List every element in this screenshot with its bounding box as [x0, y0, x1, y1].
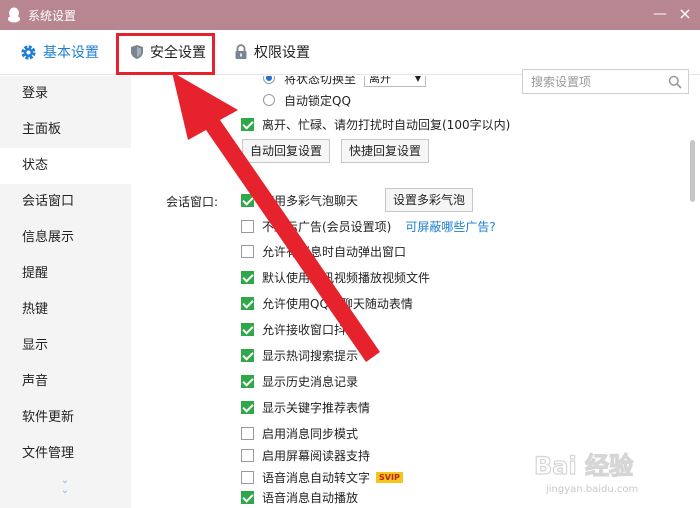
option-checkbox[interactable]	[241, 296, 254, 310]
option-label: 默认使用腾讯视频播放视频文件	[262, 270, 431, 285]
option-row: 默认使用腾讯视频播放视频文件	[241, 268, 430, 286]
option-checkbox[interactable]	[241, 490, 254, 504]
sidebar-item-info-display[interactable]: 信息展示	[0, 220, 131, 256]
option-row: 启用屏幕阅读器支持	[241, 446, 370, 464]
baidu-jingyan-watermark: Bai 经验 jingyan.baidu.com	[532, 446, 666, 498]
title-bar: 系统设置 — ×	[0, 0, 700, 30]
option-checkbox[interactable]	[241, 374, 254, 388]
option-row: 显示热词搜索提示	[241, 346, 358, 364]
chat-window-section-label: 会话窗口:	[166, 195, 219, 209]
option-label: 语音消息自动播放	[262, 490, 359, 505]
option-label: 允许有消息时自动弹出窗口	[262, 244, 407, 259]
highlight-box	[116, 33, 215, 75]
status-switch-row: 将状态切换至 离开 ▼	[263, 76, 427, 87]
option-checkbox[interactable]	[241, 219, 254, 233]
watermark-text: jingyan.baidu.com	[546, 484, 639, 495]
option-row: 语音消息自动播放	[241, 488, 358, 506]
option-label: 显示关键字推荐表情	[262, 400, 371, 415]
option-label: 不显示广告(会员设置项)	[262, 219, 392, 234]
colorful-bubble-settings-button[interactable]: 设置多彩气泡	[385, 188, 474, 212]
option-row: 允许使用QQ秀聊天随动表情	[241, 294, 413, 312]
auto-reply-row: 离开、忙碌、请勿打扰时自动回复(100字以内)	[241, 115, 510, 133]
auto-lock-radio[interactable]	[263, 94, 275, 106]
option-row: 允许接收窗口抖动	[241, 320, 358, 338]
gear-icon	[21, 44, 36, 60]
option-label: 启用消息同步模式	[262, 426, 359, 441]
option-row: 语音消息自动转文字 SVIP	[241, 468, 403, 486]
svip-badge: SVIP	[376, 471, 403, 483]
option-row: 显示关键字推荐表情	[241, 398, 370, 416]
option-checkbox[interactable]	[241, 426, 254, 440]
option-label: 允许接收窗口抖动	[262, 322, 359, 337]
sidebar: 登录 主面板 状态 会话窗口 信息展示 提醒 热键 显示 声音 软件更新 文件管…	[0, 76, 131, 508]
option-checkbox[interactable]	[241, 270, 254, 284]
auto-reply-checkbox[interactable]	[241, 117, 254, 131]
option-label: 语音消息自动转文字	[262, 470, 371, 485]
sidebar-item-sound[interactable]: 声音	[0, 364, 131, 400]
watermark-logo-text: Bai 经验	[534, 452, 633, 480]
option-label: 显示热词搜索提示	[262, 348, 359, 363]
content-scrollbar[interactable]	[690, 140, 695, 202]
sidebar-item-reminder[interactable]: 提醒	[0, 256, 131, 292]
option-checkbox[interactable]	[241, 348, 254, 362]
option-label: 允许使用QQ秀聊天随动表情	[262, 296, 413, 311]
baidu-paw-logo-icon: Bai 经验	[533, 451, 633, 480]
auto-lock-row: 自动锁定QQ	[263, 91, 351, 109]
sidebar-item-hotkeys[interactable]: 热键	[0, 292, 131, 328]
settings-tabs: 基本设置 安全设置 权限设置	[0, 30, 700, 94]
option-row: 显示历史消息记录	[241, 372, 358, 390]
sidebar-item-chat-window[interactable]: 会话窗口	[0, 184, 131, 220]
tab-label: 权限设置	[254, 45, 310, 61]
sidebar-scroll-down-icon[interactable]: ⌄ ⌄	[58, 476, 72, 496]
option-checkbox[interactable]	[241, 244, 254, 258]
sidebar-item-main-panel[interactable]: 主面板	[0, 112, 131, 148]
option-label: 显示历史消息记录	[262, 374, 359, 389]
minimize-button[interactable]: —	[652, 4, 668, 24]
option-row: 允许有消息时自动弹出窗口	[241, 242, 406, 260]
sidebar-item-file-management[interactable]: 文件管理	[0, 436, 131, 472]
sidebar-item-software-update[interactable]: 软件更新	[0, 400, 131, 436]
option-row: 不显示广告(会员设置项) 可屏蔽哪些广告?	[241, 217, 496, 235]
window-title: 系统设置	[28, 9, 77, 23]
option-checkbox[interactable]	[241, 470, 254, 484]
option-checkbox[interactable]	[241, 400, 254, 414]
status-switch-radio[interactable]	[263, 76, 275, 84]
sidebar-item-display[interactable]: 显示	[0, 328, 131, 364]
option-label: 使用多彩气泡聊天	[262, 193, 359, 208]
auto-lock-label: 自动锁定QQ	[284, 93, 351, 108]
lock-icon	[235, 44, 247, 59]
qq-penguin-icon	[8, 7, 20, 23]
tab-label: 基本设置	[43, 45, 99, 61]
tab-permission-settings[interactable]: 权限设置	[234, 41, 310, 63]
auto-reply-label: 离开、忙碌、请勿打扰时自动回复(100字以内)	[262, 117, 511, 132]
close-button[interactable]: ×	[676, 4, 694, 24]
status-switch-label: 将状态切换至	[284, 76, 357, 86]
chevron-down-icon: ▼	[414, 76, 422, 83]
option-checkbox[interactable]	[241, 193, 254, 207]
status-select-value: 离开	[369, 76, 392, 85]
blockable-ads-link[interactable]: 可屏蔽哪些广告?	[405, 218, 495, 235]
option-row: 使用多彩气泡聊天	[241, 191, 358, 209]
auto-reply-settings-button[interactable]: 自动回复设置	[242, 139, 331, 163]
sidebar-item-status[interactable]: 状态	[0, 148, 131, 184]
status-select[interactable]: 离开 ▼	[364, 76, 427, 87]
settings-content: 将状态切换至 离开 ▼ 自动锁定QQ 离开、忙碌、请勿打扰时自动回复(100字以…	[131, 76, 700, 508]
option-checkbox[interactable]	[241, 322, 254, 336]
option-checkbox[interactable]	[241, 448, 254, 462]
tab-basic-settings[interactable]: 基本设置	[20, 41, 99, 63]
quick-reply-settings-button[interactable]: 快捷回复设置	[341, 139, 430, 163]
sidebar-item-login[interactable]: 登录	[0, 76, 131, 112]
option-label: 启用屏幕阅读器支持	[262, 448, 371, 463]
option-row: 启用消息同步模式	[241, 424, 358, 442]
